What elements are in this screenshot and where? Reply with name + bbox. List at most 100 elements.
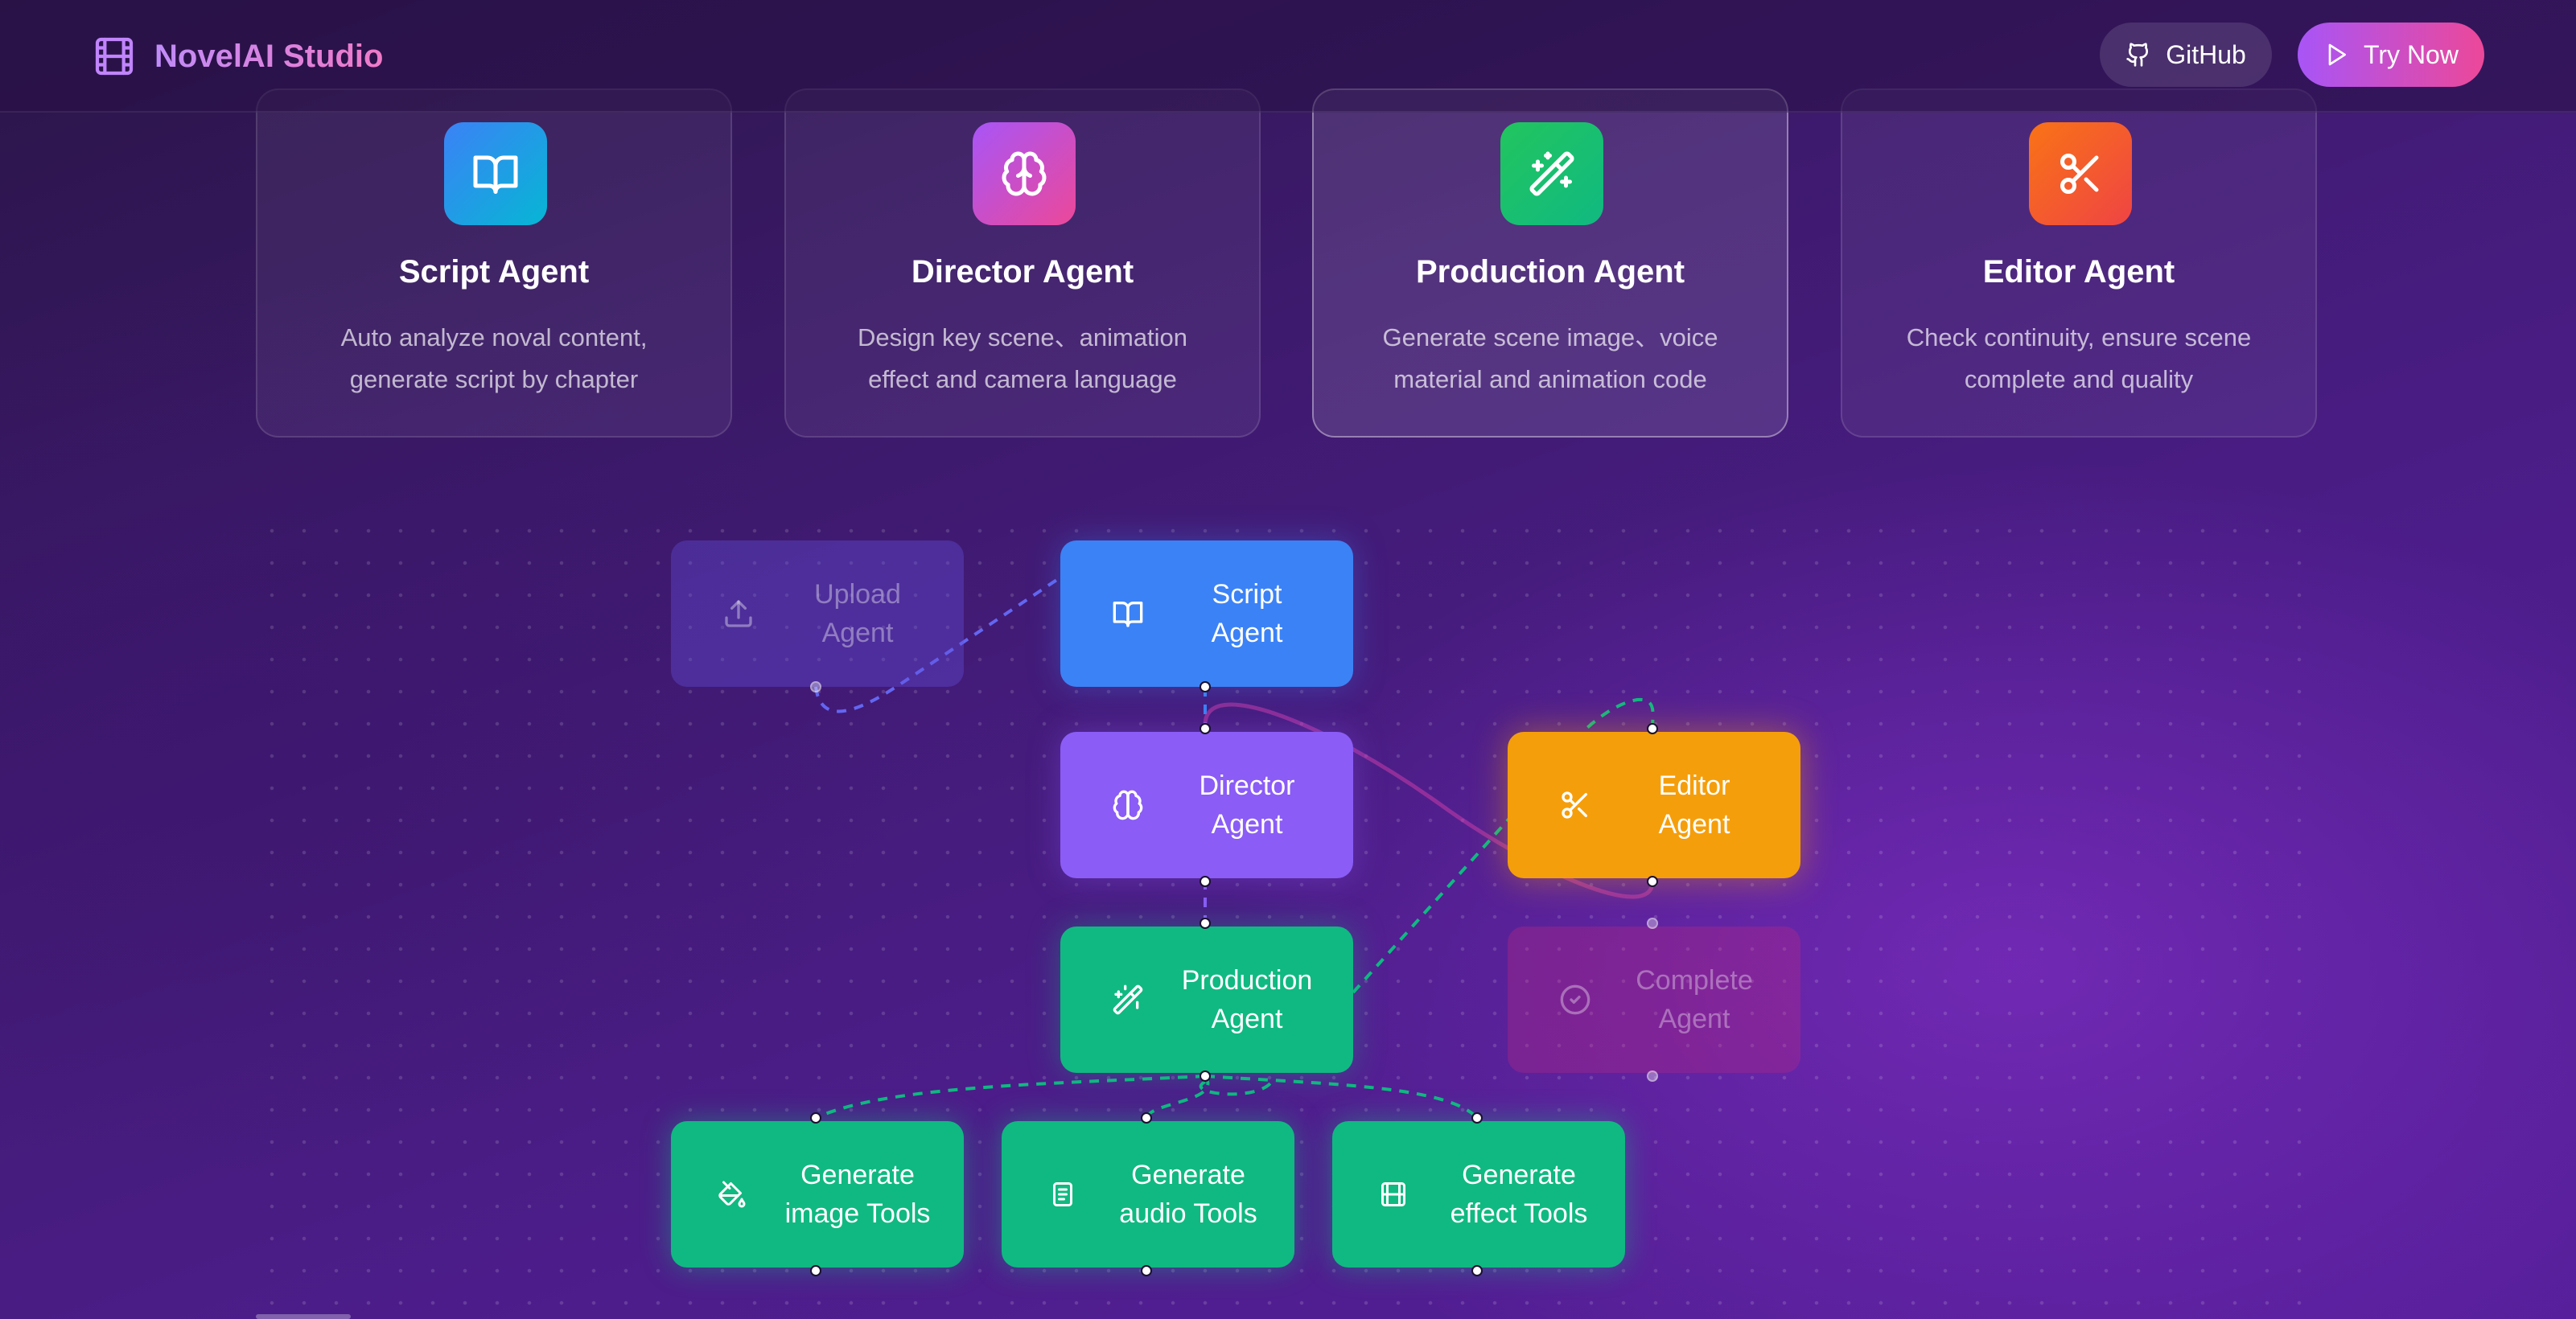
film-icon bbox=[95, 37, 134, 76]
node-label: Production Agent bbox=[1157, 927, 1337, 1073]
book-open-icon bbox=[473, 155, 518, 194]
handle-complete-out[interactable] bbox=[1647, 1070, 1658, 1082]
handle-complete-in[interactable] bbox=[1647, 918, 1658, 929]
card-description-line: Check continuity, ensure scene bbox=[1906, 323, 2252, 351]
card-description-line: complete and quality bbox=[1964, 365, 2194, 393]
brand-name: NovelAI Studio bbox=[154, 38, 384, 74]
node-label: Generate image Tools bbox=[767, 1121, 948, 1268]
card-description-line: Design key scene、animation bbox=[857, 323, 1188, 351]
book-open-icon bbox=[1113, 602, 1143, 627]
node-label: Complete Agent bbox=[1604, 927, 1784, 1073]
try-now-label: Try Now bbox=[2364, 39, 2459, 69]
flow-node-production[interactable]: Production Agent bbox=[1060, 927, 1353, 1073]
card-title: Director Agent bbox=[911, 254, 1134, 290]
node-label: Director Agent bbox=[1157, 732, 1337, 878]
paint-bucket-icon bbox=[718, 1181, 746, 1208]
handle-editor-in[interactable] bbox=[1647, 723, 1658, 734]
check-circle-icon bbox=[1560, 984, 1590, 1015]
flow-node-effect-tools[interactable]: Generate effect Tools bbox=[1332, 1121, 1625, 1268]
node-label-line: Production bbox=[1181, 965, 1313, 996]
node-label-line: Generate bbox=[1462, 1160, 1576, 1190]
card-title: Production Agent bbox=[1415, 254, 1685, 290]
flow-node-editor[interactable]: Editor Agent bbox=[1508, 732, 1800, 878]
node-label-line: Agent bbox=[1658, 809, 1730, 840]
card-description-line: Auto analyze noval content, bbox=[340, 323, 648, 351]
wand-icon bbox=[1529, 151, 1574, 196]
node-label-line: audio Tools bbox=[1119, 1198, 1257, 1229]
handle-effect-out[interactable] bbox=[1471, 1265, 1483, 1276]
node-label-line: Complete bbox=[1636, 965, 1753, 996]
handle-director-in[interactable] bbox=[1200, 723, 1211, 734]
node-label: Upload Agent bbox=[767, 540, 948, 687]
handle-audio-out[interactable] bbox=[1141, 1265, 1152, 1276]
node-label-line: Agent bbox=[821, 618, 894, 648]
node-label-line: Agent bbox=[1658, 1004, 1730, 1034]
card-description-line: generate script by chapter bbox=[349, 365, 639, 393]
top-navigation-bar: NovelAI Studio GitHub Try Now bbox=[0, 0, 2576, 113]
handle-image-out[interactable] bbox=[810, 1265, 821, 1276]
card-icon-badge bbox=[2029, 122, 2132, 225]
director-agent-card[interactable]: Director Agent Design key scene、animatio… bbox=[784, 88, 1261, 438]
node-label: Script Agent bbox=[1157, 540, 1337, 687]
production-agent-card[interactable]: Production Agent Generate scene image、vo… bbox=[1312, 88, 1788, 438]
card-icon-badge bbox=[973, 122, 1076, 225]
handle-audio-in[interactable] bbox=[1141, 1112, 1152, 1124]
flow-node-upload[interactable]: Upload Agent bbox=[671, 540, 964, 687]
node-label-line: image Tools bbox=[784, 1198, 931, 1229]
github-button[interactable]: GitHub bbox=[2100, 23, 2272, 87]
node-label-line: Generate bbox=[1131, 1160, 1245, 1190]
brain-icon bbox=[1002, 151, 1047, 196]
card-description: Design key scene、animation effect and ca… bbox=[818, 317, 1227, 401]
node-label-line: Upload bbox=[814, 579, 901, 610]
card-title: Script Agent bbox=[398, 254, 590, 290]
card-description: Check continuity, ensure scene complete … bbox=[1874, 317, 2283, 401]
canvas-scroll-indicator[interactable] bbox=[256, 1314, 351, 1319]
card-description-line: material and animation code bbox=[1393, 365, 1707, 393]
node-label-line: effect Tools bbox=[1450, 1198, 1588, 1229]
editor-agent-card[interactable]: Editor Agent Check continuity, ensure sc… bbox=[1841, 88, 2317, 438]
handle-director-out[interactable] bbox=[1200, 876, 1211, 887]
card-description: Generate scene image、voice material and … bbox=[1346, 317, 1755, 401]
node-label-line: Agent bbox=[1211, 809, 1283, 840]
handle-production-out[interactable] bbox=[1200, 1070, 1211, 1082]
node-label-line: Director bbox=[1199, 770, 1295, 801]
node-label: Generate audio Tools bbox=[1098, 1121, 1278, 1268]
handle-script-out[interactable] bbox=[1200, 681, 1211, 692]
github-icon bbox=[2126, 43, 2149, 67]
wand-icon bbox=[1113, 984, 1143, 1015]
handle-production-in[interactable] bbox=[1200, 918, 1211, 929]
try-now-button[interactable]: Try Now bbox=[2298, 23, 2484, 87]
node-label-line: Script bbox=[1212, 579, 1282, 610]
film-icon bbox=[1381, 1182, 1405, 1206]
node-label-line: Generate bbox=[800, 1160, 915, 1190]
node-label: Editor Agent bbox=[1604, 732, 1784, 878]
node-label-line: Agent bbox=[1211, 618, 1283, 648]
upload-icon bbox=[725, 600, 752, 627]
play-icon bbox=[2328, 43, 2347, 66]
github-label: GitHub bbox=[2166, 39, 2246, 69]
flow-node-director[interactable]: Director Agent bbox=[1060, 732, 1353, 878]
handle-editor-out[interactable] bbox=[1647, 876, 1658, 887]
handle-upload-out[interactable] bbox=[810, 681, 821, 692]
card-description-line: Generate scene image、voice bbox=[1382, 323, 1718, 351]
card-description-line: effect and camera language bbox=[868, 365, 1177, 393]
handle-effect-in[interactable] bbox=[1471, 1112, 1483, 1124]
script-agent-card[interactable]: Script Agent Auto analyze noval content,… bbox=[256, 88, 732, 438]
flow-node-script[interactable]: Script Agent bbox=[1060, 540, 1353, 687]
file-audio-icon bbox=[1053, 1182, 1072, 1206]
card-icon-badge bbox=[444, 122, 547, 225]
handle-image-in[interactable] bbox=[810, 1112, 821, 1124]
flow-node-image-tools[interactable]: Generate image Tools bbox=[671, 1121, 964, 1268]
node-label-line: Agent bbox=[1211, 1004, 1283, 1034]
flow-node-audio-tools[interactable]: Generate audio Tools bbox=[1002, 1121, 1294, 1268]
brain-icon bbox=[1113, 790, 1143, 820]
card-description: Auto analyze noval content, generate scr… bbox=[290, 317, 698, 401]
brand[interactable]: NovelAI Studio bbox=[92, 31, 383, 82]
node-label: Generate effect Tools bbox=[1429, 1121, 1609, 1268]
flow-node-complete[interactable]: Complete Agent bbox=[1508, 927, 1800, 1073]
card-icon-badge bbox=[1500, 122, 1603, 225]
node-label-line: Editor bbox=[1658, 770, 1730, 801]
scissors-icon bbox=[1562, 791, 1587, 819]
card-title: Editor Agent bbox=[1982, 254, 2175, 290]
scissors-icon bbox=[2060, 154, 2099, 194]
